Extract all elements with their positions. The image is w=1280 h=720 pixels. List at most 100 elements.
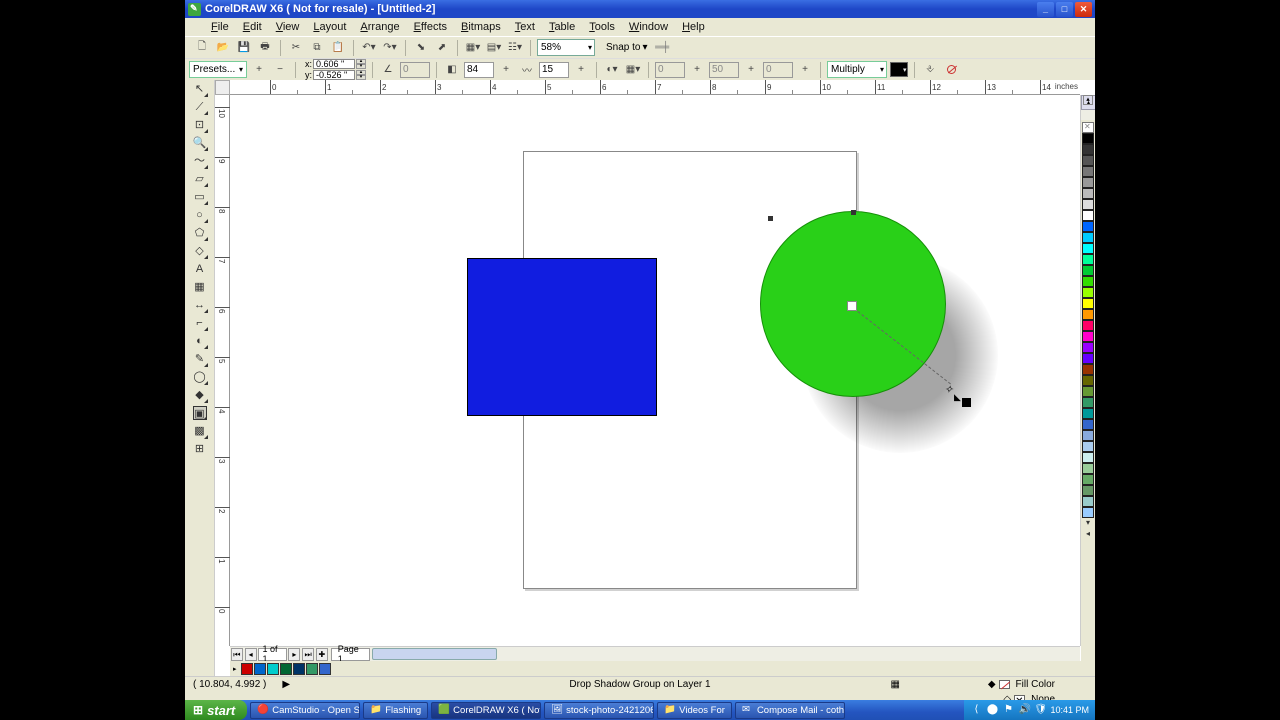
import-button[interactable]: ⬊ (412, 39, 430, 57)
add-page-button[interactable]: ✚ (316, 648, 328, 661)
y-field[interactable]: -0.526 " (313, 70, 355, 80)
system-tray[interactable]: ⟨ ⬤ ⚑ 🔊 🛡 10:41 PM (964, 700, 1095, 720)
page-tab[interactable]: Page 1 (331, 648, 370, 661)
interactive-blend-tool[interactable]: ◐ (193, 334, 207, 348)
palette-swatch[interactable] (1082, 364, 1094, 375)
drop-shadow-tool[interactable]: ▣ (193, 406, 207, 420)
palette-swatch[interactable] (1082, 199, 1094, 210)
palette-up-button[interactable]: ▴ (1083, 95, 1093, 105)
palette-swatch[interactable] (1082, 452, 1094, 463)
palette-swatch[interactable] (1082, 221, 1094, 232)
ellipse-tool[interactable]: ○ (193, 208, 207, 222)
taskbar-item[interactable]: 📁Videos For (657, 702, 732, 719)
outline-tool[interactable]: ◯ (193, 370, 207, 384)
pick-tool[interactable]: ↖ (193, 82, 207, 96)
palette-swatch[interactable] (1082, 298, 1094, 309)
undo-button[interactable]: ↶▾ (360, 39, 378, 57)
doc-color-swatch[interactable] (293, 663, 305, 675)
palette-swatch[interactable] (1082, 485, 1094, 496)
next-page-button[interactable]: ▸ (288, 648, 300, 661)
palette-swatch[interactable] (1082, 155, 1094, 166)
snap-to-dropdown[interactable]: Snap to ▾ ═╪ (606, 42, 669, 53)
palette-swatch[interactable] (1082, 397, 1094, 408)
menu-table[interactable]: Table (543, 20, 581, 34)
horizontal-scrollbar[interactable] (370, 646, 1080, 661)
menu-file[interactable]: File (205, 20, 235, 34)
shadow-color-button[interactable] (890, 62, 908, 77)
menu-text[interactable]: Text (509, 20, 541, 34)
clock[interactable]: 10:41 PM (1050, 705, 1089, 715)
palette-swatch[interactable] (1082, 430, 1094, 441)
last-page-button[interactable]: ⏭ (302, 648, 314, 661)
welcome-button[interactable]: ☷▾ (506, 39, 524, 57)
start-button[interactable]: start (185, 700, 247, 720)
mesh-tool[interactable]: ⊞ (193, 442, 207, 456)
canvas[interactable]: ◣ ✧ (230, 95, 1080, 646)
clear-shadow-button[interactable] (942, 61, 960, 79)
palette-swatch[interactable] (1082, 133, 1094, 144)
menu-layout[interactable]: Layout (307, 20, 352, 34)
export-button[interactable]: ⬈ (433, 39, 451, 57)
print-button[interactable]: 🖶 (256, 39, 274, 57)
minimize-button[interactable]: _ (1037, 2, 1054, 17)
taskbar-item[interactable]: 🖼stock-photo-2421206... (544, 702, 654, 719)
menu-window[interactable]: Window (623, 20, 674, 34)
app-launcher-button[interactable]: ▤▾ (485, 39, 503, 57)
crop-tool[interactable]: ⊡ (193, 118, 207, 132)
freehand-tool[interactable]: 〜 (193, 154, 207, 168)
palette-swatch[interactable] (1082, 375, 1094, 386)
play-icon[interactable]: ▶ (282, 679, 290, 690)
copy-button[interactable]: ⧉ (308, 39, 326, 57)
presets-select[interactable]: Presets... (189, 61, 247, 78)
palette-swatch[interactable] (1082, 254, 1094, 265)
polygon-tool[interactable]: ⬠ (193, 226, 207, 240)
save-button[interactable]: 💾 (235, 39, 253, 57)
palette-swatch[interactable] (1082, 331, 1094, 342)
palette-swatch[interactable] (1082, 243, 1094, 254)
tray-icon[interactable]: ⚑ (1002, 704, 1014, 716)
tray-icon[interactable]: ⬤ (986, 704, 998, 716)
menu-tools[interactable]: Tools (583, 20, 621, 34)
shadow-start-handle[interactable] (768, 216, 773, 221)
prev-page-button[interactable]: ◂ (245, 648, 257, 661)
palette-swatch[interactable] (1082, 386, 1094, 397)
doc-color-swatch[interactable] (267, 663, 279, 675)
connector-tool[interactable]: ⌐ (193, 316, 207, 330)
palette-swatch[interactable] (1082, 441, 1094, 452)
feather-direction-button[interactable]: ◐▾ (603, 61, 621, 79)
palette-swatch[interactable] (1082, 309, 1094, 320)
menu-view[interactable]: View (270, 20, 306, 34)
palette-swatch[interactable] (1082, 408, 1094, 419)
shadow-end-handle[interactable] (962, 398, 971, 407)
palette-swatch[interactable] (1082, 276, 1094, 287)
first-page-button[interactable]: ⏮ (231, 648, 243, 661)
palette-flyout[interactable]: ◂ (1086, 529, 1090, 540)
menu-effects[interactable]: Effects (408, 20, 453, 34)
doc-color-swatch[interactable] (319, 663, 331, 675)
fill-color-icon[interactable]: ◆ (988, 679, 996, 690)
palette-scroll-down[interactable]: ▾ (1086, 518, 1090, 529)
zoom-tool[interactable]: 🔍 (193, 136, 207, 150)
fill-swatch[interactable] (999, 680, 1010, 689)
tray-icon[interactable]: 🛡 (1034, 704, 1046, 716)
menu-bitmaps[interactable]: Bitmaps (455, 20, 507, 34)
tray-icon[interactable]: ⟨ (970, 704, 982, 716)
shape-tool[interactable]: ⟋ (193, 100, 207, 114)
new-button[interactable]: 🗋 (193, 39, 211, 57)
redo-button[interactable]: ↷▾ (381, 39, 399, 57)
doc-color-swatch[interactable] (241, 663, 253, 675)
center-slider-handle[interactable] (847, 301, 857, 311)
text-tool[interactable]: A (193, 262, 207, 276)
dimension-tool[interactable]: ↔ (193, 298, 207, 312)
opacity-field[interactable]: 84 (464, 62, 494, 78)
paste-button[interactable]: 📋 (329, 39, 347, 57)
cut-button[interactable]: ✂ (287, 39, 305, 57)
maximize-button[interactable]: □ (1056, 2, 1073, 17)
zoom-select[interactable]: 58% (537, 39, 595, 56)
x-field[interactable]: 0.606 " (313, 59, 355, 69)
basic-shapes-tool[interactable]: ◇ (193, 244, 207, 258)
blue-rectangle-shape[interactable] (467, 258, 657, 416)
palette-swatch[interactable] (1082, 188, 1094, 199)
horizontal-ruler[interactable]: 01234567891011121314 inches (230, 80, 1080, 95)
fill-tool[interactable]: ◆ (193, 388, 207, 402)
